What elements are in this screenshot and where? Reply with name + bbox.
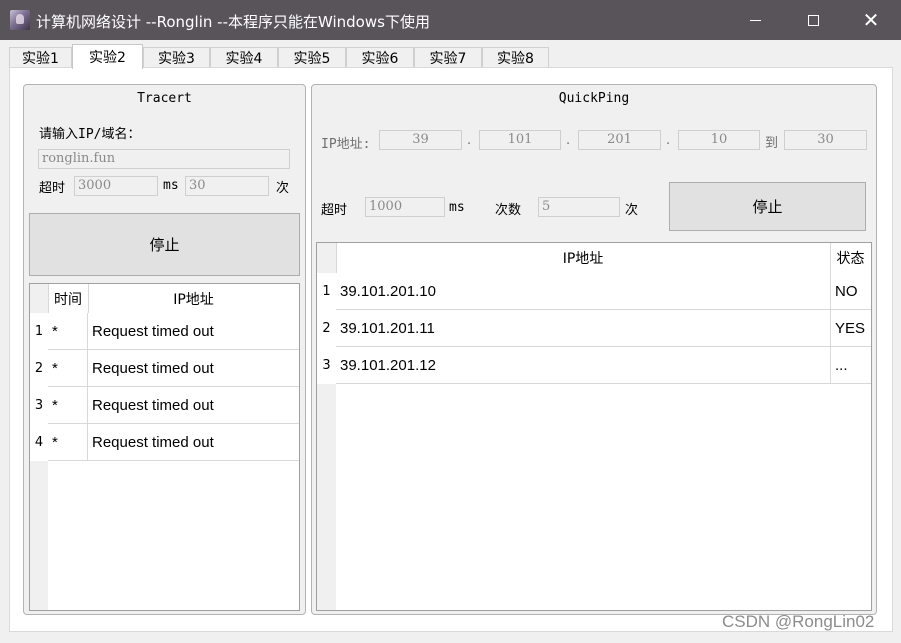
maximize-button[interactable] — [784, 0, 842, 40]
row-number: 3 — [30, 387, 48, 424]
tracert-cell-ip[interactable]: Request timed out — [88, 313, 299, 350]
tracert-timeout-unit: ms — [163, 178, 179, 193]
quickping-header-ip[interactable]: IP地址 — [336, 243, 830, 273]
tab-exp6[interactable]: 实验6 — [346, 47, 414, 68]
csdn-watermark: CSDN @RongLin02 — [722, 612, 875, 631]
host-prompt-label: 请输入IP/域名： — [39, 127, 141, 142]
tracert-cell-time[interactable]: * — [48, 387, 88, 424]
tracert-table[interactable]: 时间 IP地址 1 * Request timed out 2 * Reques… — [29, 283, 300, 611]
row-number: 1 — [317, 273, 336, 310]
tracert-stop-button[interactable]: 停止 — [29, 213, 300, 276]
tracert-timeout-label: 超时 — [39, 181, 66, 196]
ip-dot: . — [566, 133, 571, 148]
quickping-header-status[interactable]: 状态 — [830, 243, 871, 273]
close-button[interactable]: ✕ — [842, 0, 900, 40]
quickping-table[interactable]: IP地址 状态 1 39.101.201.10 NO 2 39.101.201.… — [316, 242, 872, 611]
quickping-cell-status[interactable]: YES — [831, 310, 871, 347]
tab-bar: 实验1 实验2 实验3 实验4 实验5 实验6 实验7 实验8 — [0, 40, 901, 69]
header-divider — [48, 284, 49, 313]
tracert-cell-time[interactable]: * — [48, 350, 88, 387]
ip-dot: . — [467, 133, 472, 148]
quickping-count-unit: 次 — [625, 203, 639, 218]
title-bar: 计算机网络设计 --Ronglin --本程序只能在Windows下使用 ✕ — [0, 0, 901, 40]
quickping-count-label: 次数 — [495, 203, 522, 218]
ip-octet-2-input[interactable]: 101 — [479, 130, 561, 150]
tracert-cell-ip[interactable]: Request timed out — [88, 387, 299, 424]
row-number: 1 — [30, 313, 48, 350]
header-divider — [88, 284, 89, 313]
row-number: 2 — [317, 310, 336, 347]
window-title: 计算机网络设计 --Ronglin --本程序只能在Windows下使用 — [36, 13, 430, 31]
quickping-cell-ip[interactable]: 39.101.201.10 — [336, 273, 831, 310]
minimize-icon — [749, 19, 761, 21]
minimize-button[interactable] — [726, 0, 784, 40]
tracert-timeout-input[interactable]: 3000 — [74, 176, 158, 196]
quickping-count-input[interactable]: 5 — [538, 197, 620, 217]
ip-octet-1-input[interactable]: 39 — [379, 130, 462, 150]
tab-exp2[interactable]: 实验2 — [72, 44, 143, 69]
tracert-cell-ip[interactable]: Request timed out — [88, 424, 299, 461]
tracert-cell-time[interactable]: * — [48, 313, 88, 350]
tab-exp3[interactable]: 实验3 — [143, 47, 210, 68]
quickping-cell-status[interactable]: NO — [831, 273, 871, 310]
row-number: 3 — [317, 347, 336, 384]
tracert-header-time[interactable]: 时间 — [48, 284, 88, 313]
tracert-cell-ip[interactable]: Request timed out — [88, 350, 299, 387]
quickping-cell-ip[interactable]: 39.101.201.12 — [336, 347, 831, 384]
quickping-timeout-label: 超时 — [321, 203, 348, 218]
tab-exp8[interactable]: 实验8 — [482, 47, 549, 68]
quickping-title: QuickPing — [558, 91, 630, 106]
tab-exp7[interactable]: 实验7 — [414, 47, 482, 68]
row-number: 2 — [30, 350, 48, 387]
tracert-count-unit: 次 — [276, 181, 290, 196]
tracert-title: Tracert — [137, 91, 192, 106]
row-number: 4 — [30, 424, 48, 461]
header-divider — [336, 243, 337, 273]
ip-octet-4-input[interactable]: 10 — [678, 130, 760, 150]
ip-octet-3-input[interactable]: 201 — [578, 130, 661, 150]
quickping-stop-button[interactable]: 停止 — [669, 182, 866, 231]
to-label: 到 — [765, 136, 779, 151]
tab-exp5[interactable]: 实验5 — [278, 47, 346, 68]
quickping-timeout-unit: ms — [449, 200, 465, 215]
quickping-cell-status[interactable]: ... — [831, 347, 871, 384]
ip-dot: . — [666, 133, 671, 148]
tracert-count-input[interactable]: 30 — [185, 176, 269, 196]
tab-exp1[interactable]: 实验1 — [9, 47, 72, 68]
maximize-icon — [807, 14, 819, 26]
quickping-timeout-input[interactable]: 1000 — [365, 197, 445, 217]
tracert-cell-time[interactable]: * — [48, 424, 88, 461]
ip-label: IP地址: — [321, 137, 371, 152]
tab-exp4[interactable]: 实验4 — [210, 47, 278, 68]
quickping-cell-ip[interactable]: 39.101.201.11 — [336, 310, 831, 347]
close-icon: ✕ — [862, 8, 880, 32]
app-icon — [10, 10, 30, 30]
tracert-host-input[interactable]: ronglin.fun — [38, 149, 290, 169]
header-divider — [830, 243, 831, 273]
ip-end-input[interactable]: 30 — [784, 130, 867, 150]
tracert-header-ip[interactable]: IP地址 — [88, 284, 299, 313]
